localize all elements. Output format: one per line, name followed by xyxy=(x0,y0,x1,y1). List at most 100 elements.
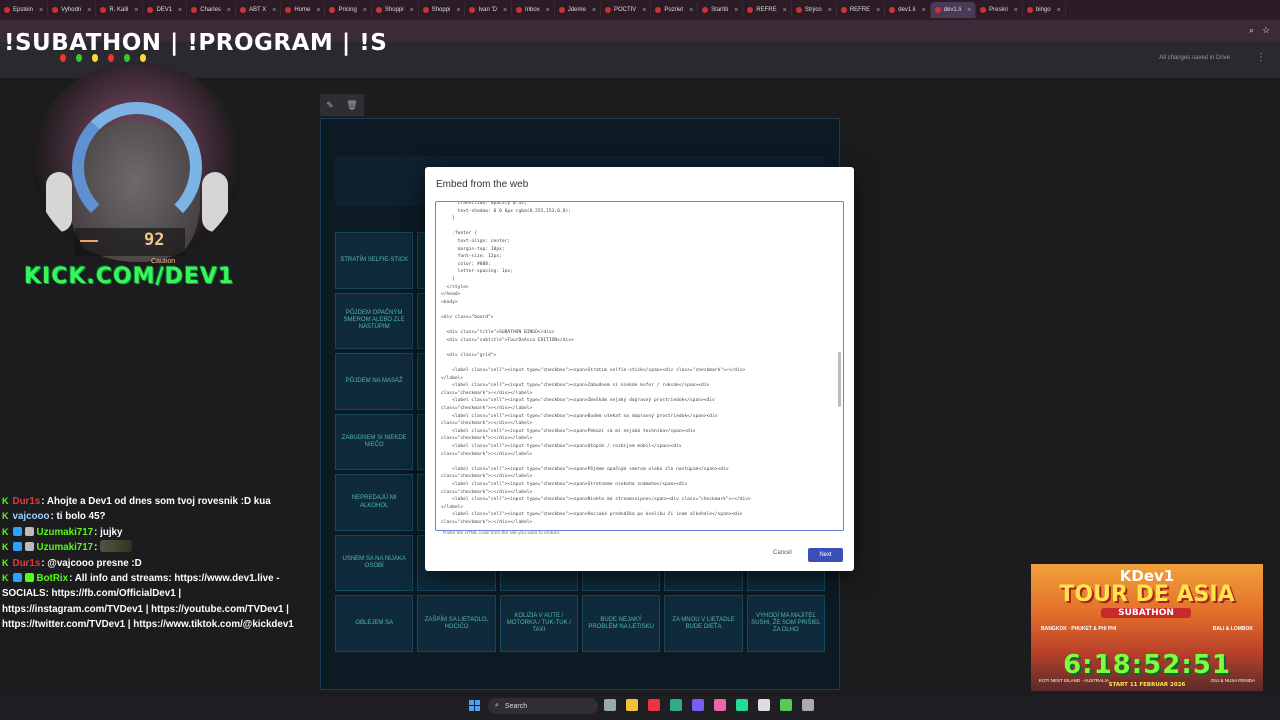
tab-favicon-icon xyxy=(240,7,247,13)
windows-start-icon[interactable] xyxy=(469,700,480,711)
tab-close-icon[interactable]: × xyxy=(546,7,550,14)
tab-favicon-icon xyxy=(558,7,565,13)
browser-tab[interactable]: DEV1 × xyxy=(143,2,188,18)
chat-username: Uzumaki717 xyxy=(36,526,94,538)
tab-close-icon[interactable]: × xyxy=(783,7,787,14)
browser-tab[interactable]: dev1.li × xyxy=(885,2,931,18)
taskbar-search[interactable]: ⌕ Search xyxy=(488,698,598,714)
bingo-cell[interactable]: NEPREDAJÚ MI ALKOHOL xyxy=(335,474,414,531)
cancel-button[interactable]: Cancel xyxy=(773,550,792,556)
bingo-cell[interactable]: KOLIZIA V AUTE / MOTORKA / TUK-TUK / TAX… xyxy=(499,595,578,652)
taskbar-app-icon[interactable] xyxy=(780,699,792,711)
tab-close-icon[interactable]: × xyxy=(734,7,738,14)
banner-tags: BANGKOK · PHUKET & PHI PHI BALI & LOMBOK xyxy=(1031,626,1263,632)
bingo-cell[interactable]: USNEM SA NA NIJAKA OSOBÍ xyxy=(335,534,414,592)
browser-tab[interactable]: Preskri × xyxy=(976,2,1023,18)
tab-favicon-icon xyxy=(840,7,847,13)
tab-close-icon[interactable]: × xyxy=(134,7,138,14)
browser-tab[interactable]: dev1.li × xyxy=(930,2,977,18)
embed-code-textarea[interactable]: transition: opacity 0.3s; text-shadow: 0… xyxy=(435,201,844,531)
tab-close-icon[interactable]: × xyxy=(1014,7,1018,14)
tab-close-icon[interactable]: × xyxy=(828,7,832,14)
tab-label: REFRE xyxy=(756,7,777,13)
textarea-scrollbar[interactable] xyxy=(838,352,841,407)
bingo-cell[interactable]: ZAŠPÍM SA LIETADLO, HOCIČO xyxy=(417,595,496,652)
tab-close-icon[interactable]: × xyxy=(272,7,276,14)
tab-close-icon[interactable]: × xyxy=(316,7,320,14)
browser-tab[interactable]: Pricing × xyxy=(325,2,372,18)
bingo-cell[interactable]: STRATÍM SELFIE-STICK xyxy=(335,232,414,289)
more-options-icon[interactable]: ⋮ xyxy=(1256,52,1266,63)
chat-username: Dur1s xyxy=(12,496,41,507)
browser-tab[interactable]: ABT X × xyxy=(236,2,282,18)
taskbar-app-icon[interactable] xyxy=(714,699,726,711)
embed-hint: Paste the HTML code from the site you wa… xyxy=(443,531,561,536)
taskbar-app-icon[interactable] xyxy=(802,699,814,711)
browser-tab[interactable]: Shoppi × xyxy=(419,2,466,18)
chat-text: : ti bolo 45? xyxy=(50,511,106,523)
bookmark-star-icon[interactable]: ☆ xyxy=(1262,25,1270,36)
tab-close-icon[interactable]: × xyxy=(456,7,460,14)
tab-close-icon[interactable]: × xyxy=(178,7,182,14)
tab-close-icon[interactable]: × xyxy=(363,7,367,14)
tab-close-icon[interactable]: × xyxy=(503,7,507,14)
taskbar-app-icon[interactable] xyxy=(626,699,638,711)
bingo-cell[interactable]: PÔJDEM OPAČNÝM SMEROM ALEBO ZLE NASTÚPIM xyxy=(335,292,414,350)
browser-tab[interactable]: Startiti × xyxy=(698,2,744,18)
browser-tab[interactable]: Jdeme × xyxy=(555,2,601,18)
embed-code-text[interactable]: transition: opacity 0.3s; text-shadow: 0… xyxy=(441,202,831,527)
tab-label: Pozriet xyxy=(664,7,684,13)
zoom-icon[interactable]: ⌕ xyxy=(1249,25,1254,36)
bingo-cell[interactable]: VYHODÍ MA MAJITEĽ SUSHI, ŽE SOM PRIŠIEL … xyxy=(746,595,825,652)
chat-badge-icon xyxy=(12,573,22,583)
browser-tab[interactable]: REFRE × xyxy=(837,2,886,18)
tab-label: Strýco xyxy=(804,7,822,13)
tab-close-icon[interactable]: × xyxy=(1057,7,1061,14)
browser-tab[interactable]: Pozriet × xyxy=(651,2,699,18)
tab-close-icon[interactable]: × xyxy=(227,7,231,14)
tab-close-icon[interactable]: × xyxy=(876,7,880,14)
taskbar-app-icon[interactable] xyxy=(648,699,660,711)
tab-label: Inbox xyxy=(525,7,540,13)
heartbeat-icon xyxy=(80,240,98,242)
tab-close-icon[interactable]: × xyxy=(410,7,414,14)
taskbar-app-icon[interactable] xyxy=(692,699,704,711)
browser-tab[interactable]: Strýco × xyxy=(792,2,837,18)
browser-tab[interactable]: POCTIV × xyxy=(601,2,652,18)
browser-tab[interactable]: Epstein × xyxy=(0,2,49,18)
taskbar-app-icon[interactable] xyxy=(670,699,682,711)
browser-tab[interactable]: Ivan 'D × xyxy=(465,2,513,18)
browser-tab[interactable]: Inbox × xyxy=(512,2,555,18)
pencil-icon[interactable]: ✎ xyxy=(326,100,334,111)
tab-close-icon[interactable]: × xyxy=(922,7,926,14)
bingo-cell[interactable]: PÔJDEM NA MASÁŽ xyxy=(335,353,414,410)
tab-close-icon[interactable]: × xyxy=(592,7,596,14)
trash-icon[interactable]: 🗑 xyxy=(346,100,357,111)
browser-tab[interactable]: Home × xyxy=(281,2,326,18)
bingo-cell[interactable]: ZA MNOU V LIETADLE BUDE DIEŤA xyxy=(664,595,743,652)
bingo-cell[interactable]: ZABUDNEM SI NIEKDE NIEČO xyxy=(335,413,414,471)
taskbar-app-icon[interactable] xyxy=(736,699,748,711)
tab-close-icon[interactable]: × xyxy=(642,7,646,14)
browser-tab[interactable]: bingo × xyxy=(1023,2,1066,18)
tab-favicon-icon xyxy=(1026,7,1033,13)
taskbar-app-icon[interactable] xyxy=(604,699,616,711)
tab-close-icon[interactable]: × xyxy=(967,7,971,14)
chat-message: K Dur1s: Ahojte a Dev1 od dnes som tvoj r… xyxy=(2,494,322,509)
bingo-cell[interactable]: OBLEJEM SA xyxy=(335,595,414,652)
browser-tab[interactable]: Shoppi × xyxy=(372,2,419,18)
headset-icon xyxy=(72,102,202,232)
browser-tab[interactable]: Charles × xyxy=(187,2,237,18)
next-button[interactable]: Next xyxy=(808,548,843,562)
bingo-cell[interactable]: BUDE NEJAKÝ PROBLÉM NA LETISKU xyxy=(582,595,661,652)
kick-badge-icon: K xyxy=(2,542,9,553)
browser-tab[interactable]: REFRE × xyxy=(743,2,792,18)
browser-tab[interactable]: R. Kalli × xyxy=(96,2,144,18)
tab-close-icon[interactable]: × xyxy=(689,7,693,14)
tab-close-icon[interactable]: × xyxy=(87,7,91,14)
tab-close-icon[interactable]: × xyxy=(39,7,43,14)
tab-label: bingo xyxy=(1035,7,1051,13)
browser-tab[interactable]: Vyhodn × xyxy=(48,2,97,18)
right-earcup xyxy=(202,172,228,232)
taskbar-app-icon[interactable] xyxy=(758,699,770,711)
